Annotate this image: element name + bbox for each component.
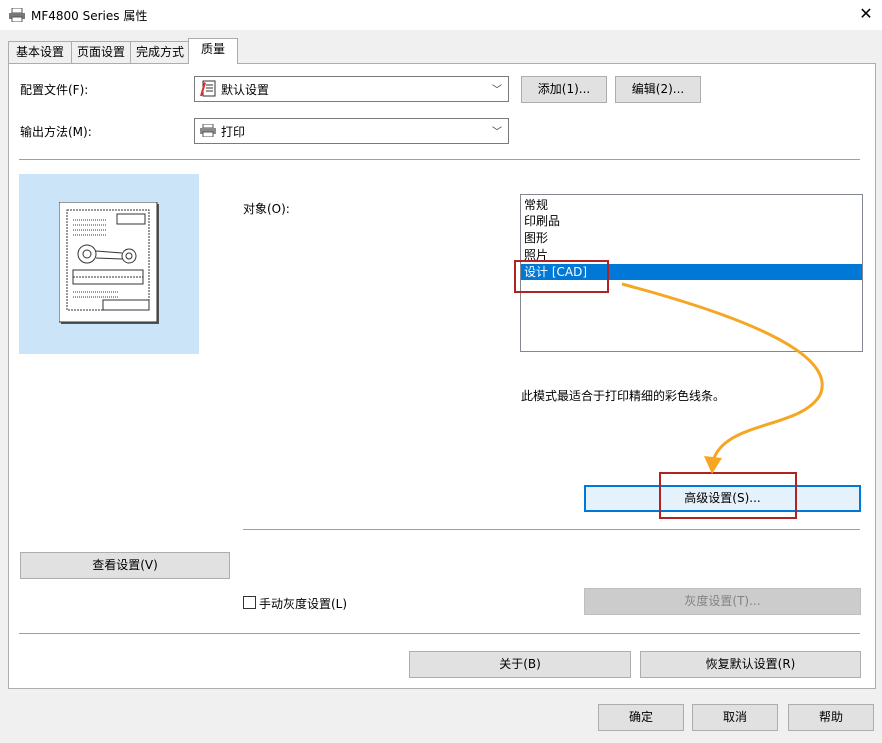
gray-settings-button[interactable]: 灰度设置(T)... bbox=[584, 588, 861, 615]
add-profile-button[interactable]: 添加(1)... bbox=[521, 76, 607, 103]
manual-gray-label: 手动灰度设置(L) bbox=[259, 597, 348, 611]
tab-quality[interactable]: 质量 bbox=[188, 38, 238, 64]
printer-icon bbox=[9, 8, 25, 22]
divider bbox=[243, 529, 860, 530]
printer-icon bbox=[200, 124, 216, 137]
chevron-down-icon: ﹀ bbox=[492, 127, 502, 138]
preview-panel bbox=[19, 174, 199, 354]
window-title: MF4800 Series 属性 bbox=[31, 9, 148, 23]
ok-button[interactable]: 确定 bbox=[598, 704, 684, 731]
divider bbox=[19, 159, 860, 160]
profile-label: 配置文件(F): bbox=[20, 83, 89, 97]
list-item[interactable]: 印刷品 bbox=[524, 213, 560, 229]
profile-value: 默认设置 bbox=[221, 83, 270, 97]
highlight-box-cad bbox=[514, 260, 609, 293]
help-button[interactable]: 帮助 bbox=[788, 704, 874, 731]
list-item[interactable]: 图形 bbox=[524, 230, 548, 246]
output-label: 输出方法(M): bbox=[20, 125, 92, 139]
tab-page[interactable]: 页面设置 bbox=[71, 41, 131, 63]
view-settings-button[interactable]: 查看设置(V) bbox=[20, 552, 230, 579]
tab-finishing[interactable]: 完成方式 bbox=[130, 41, 190, 63]
manual-gray-checkbox[interactable] bbox=[243, 596, 256, 609]
cad-preview-image bbox=[59, 202, 159, 324]
list-item[interactable]: 常规 bbox=[524, 197, 548, 213]
close-icon[interactable]: ✕ bbox=[856, 4, 876, 24]
profile-combo[interactable]: 默认设置 ﹀ bbox=[194, 76, 509, 102]
object-label: 对象(O): bbox=[243, 202, 290, 216]
restore-defaults-button[interactable]: 恢复默认设置(R) bbox=[640, 651, 861, 678]
about-button[interactable]: 关于(B) bbox=[409, 651, 631, 678]
profile-icon bbox=[200, 80, 216, 97]
output-combo[interactable]: 打印 ﹀ bbox=[194, 118, 509, 144]
output-value: 打印 bbox=[221, 125, 246, 139]
edit-profile-button[interactable]: 编辑(2)... bbox=[615, 76, 701, 103]
tab-basic[interactable]: 基本设置 bbox=[8, 41, 72, 63]
annotation-arrow bbox=[621, 282, 824, 474]
title-bar: MF4800 Series 属性 ✕ bbox=[0, 0, 882, 30]
chevron-down-icon: ﹀ bbox=[492, 85, 502, 96]
divider bbox=[19, 633, 860, 634]
cancel-button[interactable]: 取消 bbox=[692, 704, 778, 731]
